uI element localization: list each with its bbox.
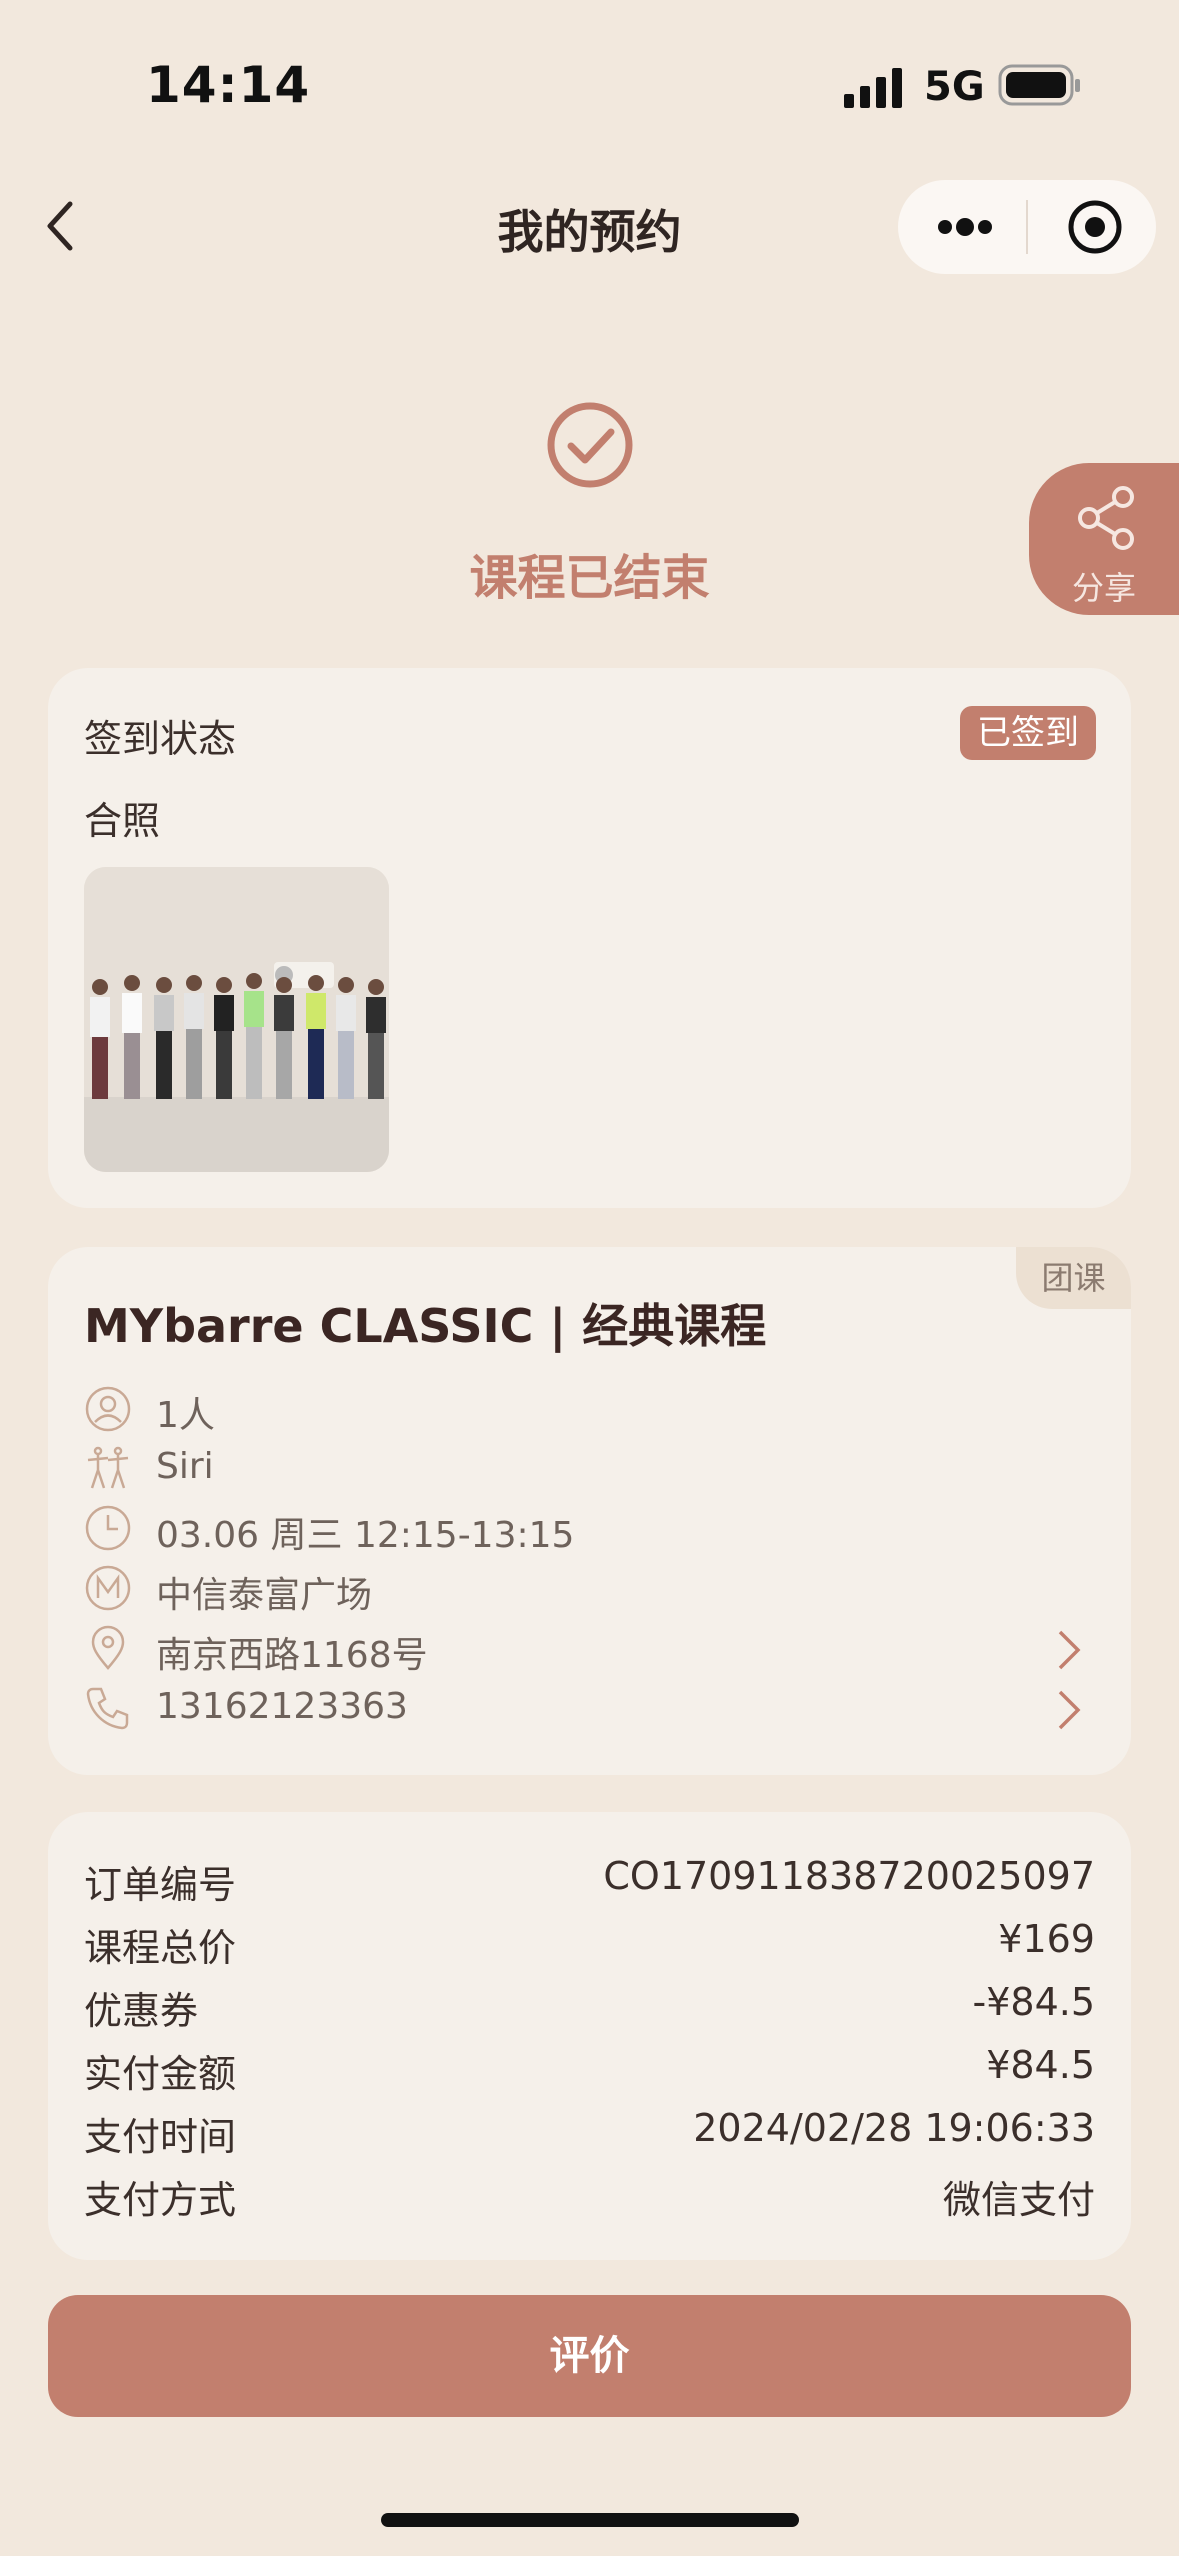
person-icon <box>85 1386 131 1432</box>
phone-icon <box>86 1687 129 1730</box>
capsule-divider <box>1026 200 1028 254</box>
clock-icon <box>85 1505 131 1551</box>
payment-time-label: 支付时间 <box>84 2115 237 2159</box>
network-label: 5G <box>924 64 985 110</box>
payment-method-label: 支付方式 <box>84 2178 237 2222</box>
m-logo-icon <box>85 1565 131 1611</box>
studio-address: 南京西路1168号 <box>156 1635 428 1676</box>
coupon-value: -¥84.5 <box>972 1980 1096 2024</box>
group-photo[interactable] <box>84 867 389 1172</box>
group-photo-image <box>84 867 389 1172</box>
target-icon[interactable] <box>1066 198 1124 256</box>
total-price-label: 课程总价 <box>84 1926 237 1970</box>
coupon-label: 优惠券 <box>84 1989 199 2033</box>
share-label: 分享 <box>1071 569 1136 607</box>
status-badge: 已签到 <box>960 706 1096 760</box>
course-status-text: 课程已结束 <box>469 550 710 606</box>
group-photo-label: 合照 <box>84 799 161 843</box>
instructor-name: Siri <box>156 1446 214 1487</box>
chevron-right-icon[interactable] <box>1054 1628 1084 1672</box>
check-circle-icon <box>547 402 633 488</box>
order-number-value: CO170911838720025097 <box>603 1854 1095 1898</box>
share-button[interactable]: 分享 <box>1029 463 1179 615</box>
course-title: MYbarre CLASSIC | 经典课程 <box>84 1299 767 1353</box>
share-icon <box>1078 486 1134 550</box>
attendee-count: 1人 <box>156 1395 215 1436</box>
more-dots-icon[interactable] <box>936 214 994 240</box>
dancer-icon <box>87 1446 129 1489</box>
status-time: 14:14 <box>146 56 311 114</box>
checkin-status-label: 签到状态 <box>84 717 237 761</box>
mini-program-capsule <box>898 180 1156 274</box>
paid-amount-value: ¥84.5 <box>986 2043 1095 2087</box>
paid-amount-label: 实付金额 <box>84 2052 237 2096</box>
total-price-value: ¥169 <box>998 1917 1095 1961</box>
battery-icon <box>998 64 1080 106</box>
class-time: 03.06 周三 12:15-13:15 <box>156 1515 575 1556</box>
home-indicator <box>381 2513 799 2527</box>
location-pin-icon <box>91 1625 125 1670</box>
chevron-right-icon[interactable] <box>1054 1688 1084 1732</box>
review-button[interactable]: 评价 <box>48 2295 1131 2417</box>
signal-icon <box>844 68 902 108</box>
studio-phone: 13162123363 <box>156 1686 408 1727</box>
order-number-label: 订单编号 <box>84 1863 237 1907</box>
studio-name: 中信泰富广场 <box>156 1575 373 1616</box>
payment-time-value: 2024/02/28 19:06:33 <box>693 2106 1095 2150</box>
class-type-tag: 团课 <box>1016 1247 1131 1309</box>
payment-method-value: 微信支付 <box>942 2178 1095 2222</box>
